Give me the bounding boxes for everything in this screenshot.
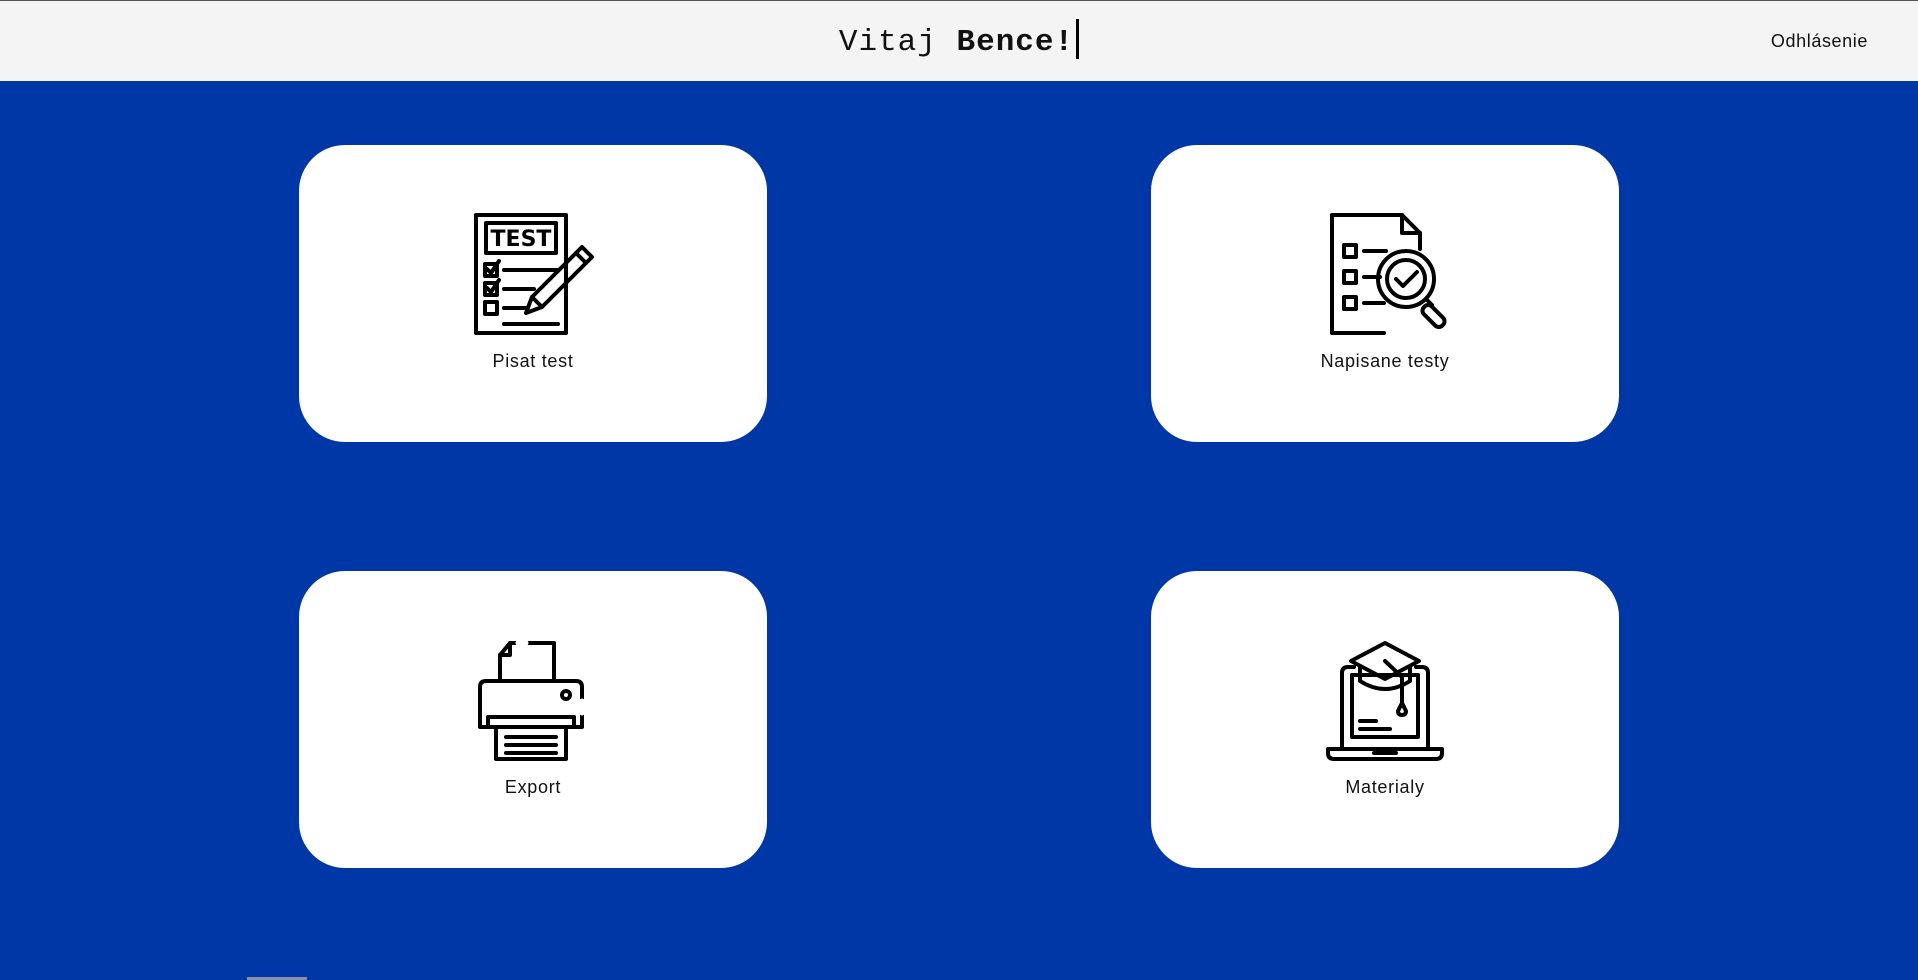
laptop-graduation-cap-icon xyxy=(1320,635,1450,765)
greeting-prefix: Vitaj xyxy=(838,25,957,60)
header-bar: Vitaj Bence! Odhlásenie xyxy=(0,0,1918,81)
printer-icon xyxy=(468,635,598,765)
card-label: Napisane testy xyxy=(1320,351,1450,371)
card-label: Export xyxy=(504,777,562,797)
svg-text:TEST: TEST xyxy=(491,227,552,252)
greeting: Vitaj Bence! xyxy=(0,19,1918,60)
logout-link[interactable]: Odhlásenie xyxy=(1771,31,1868,52)
card-pisat-test[interactable]: TEST Pisat test xyxy=(299,145,767,442)
card-export[interactable]: Export xyxy=(299,571,767,868)
user-name: Bence! xyxy=(956,25,1075,60)
test-sheet-pencil-icon: TEST xyxy=(468,209,598,339)
document-magnifier-check-icon xyxy=(1320,209,1450,339)
text-caret xyxy=(1076,19,1080,59)
card-label: Pisat test xyxy=(492,351,574,371)
card-materialy[interactable]: Materialy xyxy=(1151,571,1619,868)
card-label: Materialy xyxy=(1345,777,1425,797)
card-napisane-testy[interactable]: Napisane testy xyxy=(1151,145,1619,442)
